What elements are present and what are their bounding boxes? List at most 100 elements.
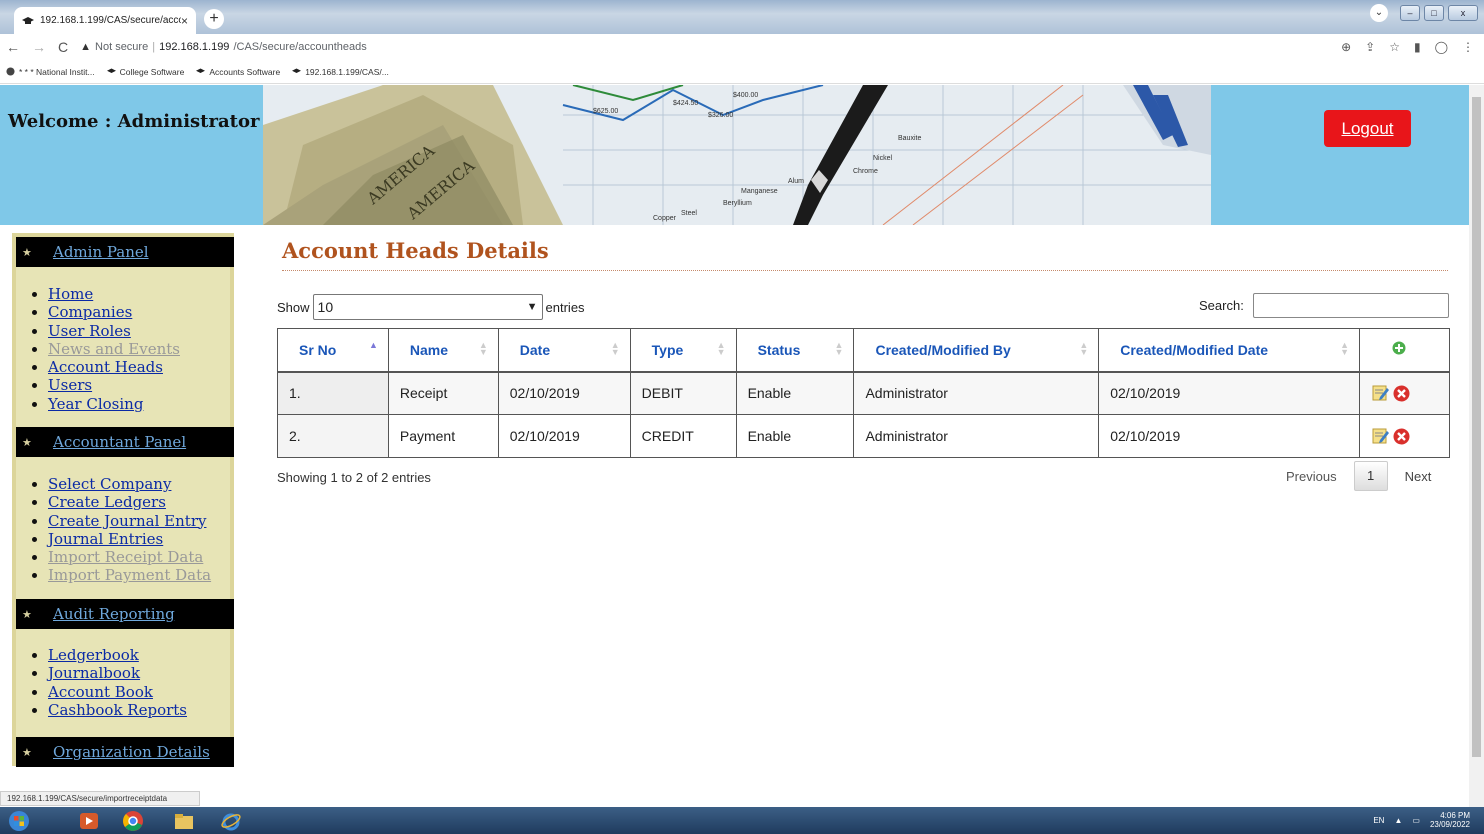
- reload-icon[interactable]: C: [58, 39, 68, 55]
- page-title: Account Heads Details: [282, 238, 549, 263]
- audit-panel-list: Ledgerbook Journalbook Account Book Cash…: [38, 646, 187, 719]
- profile-icon[interactable]: ◯: [1435, 40, 1448, 54]
- title-divider: [282, 270, 1448, 271]
- column-header-status[interactable]: Status ▲ ▼: [735, 328, 855, 373]
- column-header-sr-no[interactable]: Sr No ▲: [277, 328, 389, 373]
- panel-title-organization[interactable]: ★ Organization Details: [16, 737, 234, 767]
- column-header-type[interactable]: Type ▲ ▼: [629, 328, 737, 373]
- add-icon[interactable]: [1392, 341, 1406, 355]
- sidebar-item-select-company[interactable]: Select Company: [48, 475, 211, 493]
- window-controls: ⌄ – □ x: [1370, 4, 1478, 22]
- star-icon: ★: [22, 436, 32, 449]
- sidebar-item-journal-entries[interactable]: Journal Entries: [48, 530, 211, 548]
- maximize-button[interactable]: □: [1424, 5, 1444, 21]
- star-icon[interactable]: ☆: [1389, 40, 1400, 54]
- chevron-down-icon[interactable]: ⌄: [1370, 4, 1388, 22]
- svg-text:Nickel: Nickel: [873, 155, 893, 162]
- svg-text:Chrome: Chrome: [853, 168, 878, 175]
- panel-title-audit[interactable]: ★ Audit Reporting: [16, 599, 234, 629]
- sidebar-item-account-heads[interactable]: Account Heads: [48, 358, 180, 376]
- url-field[interactable]: ▲ Not secure | 192.168.1.199/CAS/secure/…: [80, 41, 367, 53]
- page-scrollbar[interactable]: [1469, 85, 1484, 807]
- clock-time: 4:06 PM: [1440, 811, 1470, 820]
- svg-text:Beryllium: Beryllium: [723, 200, 752, 207]
- column-header-name[interactable]: Name ▲ ▼: [387, 328, 499, 373]
- svg-text:Alum: Alum: [788, 178, 804, 185]
- entries-select[interactable]: 10 ▼: [312, 294, 543, 320]
- system-tray: EN ▲ ▭ 4:06 PM 23/09/2022: [1373, 811, 1470, 829]
- column-header-created-by[interactable]: Created/Modified By ▲ ▼: [853, 328, 1100, 373]
- table-row: 2. Payment 02/10/2019 CREDIT Enable Admi…: [277, 414, 1451, 458]
- edit-icon[interactable]: [1372, 427, 1390, 445]
- back-icon[interactable]: ←: [6, 39, 20, 55]
- sort-icon: ▲ ▼: [834, 340, 844, 357]
- welcome-text: Welcome : Administrator: [8, 111, 260, 132]
- clock[interactable]: 4:06 PM 23/09/2022: [1430, 811, 1470, 829]
- banner-image: AMERICA AMERICA $625.00 $424.50 $326.00 …: [263, 85, 1211, 225]
- address-bar: ← → C ▲ Not secure | 192.168.1.199/CAS/s…: [0, 34, 1484, 60]
- accountant-panel-list: Select Company Create Ledgers Create Jou…: [38, 475, 211, 585]
- forward-icon[interactable]: →: [32, 39, 46, 55]
- url-path: /CAS/secure/accountheads: [233, 41, 367, 53]
- sidebar-item-users[interactable]: Users: [48, 376, 180, 394]
- bookmarks-bar: * * * National Instit... College Softwar…: [0, 60, 1484, 84]
- svg-text:Bauxite: Bauxite: [898, 135, 921, 142]
- panel-title-admin[interactable]: ★ Admin Panel: [16, 237, 234, 267]
- column-header-created-date[interactable]: Created/Modified Date ▲ ▼: [1098, 328, 1360, 373]
- browser-tab-bar: 192.168.1.199/CAS/secure/accou × + ⌄ – □…: [0, 0, 1484, 34]
- sidebar-item-home[interactable]: Home: [48, 285, 180, 303]
- internet-explorer-icon[interactable]: [220, 810, 242, 832]
- bookmark-3[interactable]: Accounts Software: [196, 67, 280, 77]
- tab-title: 192.168.1.199/CAS/secure/accou: [40, 15, 181, 26]
- search-input[interactable]: [1252, 293, 1449, 318]
- scrollbar-thumb[interactable]: [1472, 97, 1481, 757]
- sidebar-item-journalbook[interactable]: Journalbook: [48, 664, 187, 682]
- file-explorer-icon[interactable]: [173, 810, 195, 832]
- share-icon[interactable]: ⇪: [1365, 40, 1375, 54]
- column-header-date[interactable]: Date ▲ ▼: [497, 328, 631, 373]
- next-button[interactable]: Next: [1388, 469, 1449, 484]
- bookmark-1[interactable]: * * * National Instit...: [6, 67, 95, 77]
- browser-tab[interactable]: 192.168.1.199/CAS/secure/accou ×: [14, 7, 196, 34]
- bookmark-4[interactable]: 192.168.1.199/CAS/...: [292, 67, 389, 77]
- close-window-button[interactable]: x: [1448, 5, 1478, 21]
- language-indicator[interactable]: EN: [1373, 816, 1384, 825]
- delete-icon[interactable]: [1393, 385, 1410, 402]
- sidebar-item-companies[interactable]: Companies: [48, 303, 180, 321]
- previous-button[interactable]: Previous: [1269, 469, 1354, 484]
- sidebar-item-ledgerbook[interactable]: Ledgerbook: [48, 646, 187, 664]
- start-button-icon[interactable]: [8, 810, 30, 832]
- chrome-icon[interactable]: [122, 810, 144, 832]
- close-tab-icon[interactable]: ×: [181, 14, 188, 28]
- sidebar-item-user-roles[interactable]: User Roles: [48, 322, 180, 340]
- minimize-button[interactable]: –: [1400, 5, 1420, 21]
- sidebar: ★Admin Panel Home Companies User Roles N…: [12, 233, 234, 767]
- svg-text:$424.50: $424.50: [673, 100, 698, 107]
- globe-icon: [6, 67, 15, 76]
- sort-icon: ▲ ▼: [1079, 340, 1089, 357]
- table-header-row: Sr No ▲ Name ▲ ▼ Date ▲ ▼ Type ▲ ▼ Status ▲ ▼ Cre…: [277, 328, 1451, 373]
- svg-text:Copper: Copper: [653, 215, 677, 222]
- sidebar-item-account-book[interactable]: Account Book: [48, 683, 187, 701]
- sidebar-item-create-ledgers[interactable]: Create Ledgers: [48, 493, 211, 511]
- sidebar-item-create-journal-entry[interactable]: Create Journal Entry: [48, 512, 211, 530]
- sort-icon: ▲ ▼: [610, 340, 620, 357]
- bookmark-2[interactable]: College Software: [106, 67, 184, 77]
- sidepanel-icon[interactable]: ▮: [1414, 40, 1421, 54]
- search-control: Search:: [1199, 293, 1449, 318]
- sidebar-item-year-closing[interactable]: Year Closing: [48, 395, 180, 413]
- edit-icon[interactable]: [1372, 384, 1390, 402]
- panel-title-accountant[interactable]: ★ Accountant Panel: [16, 427, 234, 457]
- media-player-icon[interactable]: [78, 810, 100, 832]
- delete-icon[interactable]: [1393, 428, 1410, 445]
- network-icon[interactable]: ▭: [1412, 816, 1420, 825]
- page-1-button[interactable]: 1: [1353, 461, 1388, 491]
- logout-button[interactable]: Logout: [1324, 110, 1411, 147]
- tray-expand-icon[interactable]: ▲: [1394, 816, 1402, 825]
- graduation-cap-icon: [196, 68, 206, 73]
- zoom-icon[interactable]: ⊕: [1341, 40, 1351, 54]
- new-tab-button[interactable]: +: [204, 9, 224, 29]
- menu-icon[interactable]: ⋮: [1462, 40, 1474, 54]
- sidebar-item-cashbook-reports[interactable]: Cashbook Reports: [48, 701, 187, 719]
- clock-date: 23/09/2022: [1429, 820, 1470, 829]
